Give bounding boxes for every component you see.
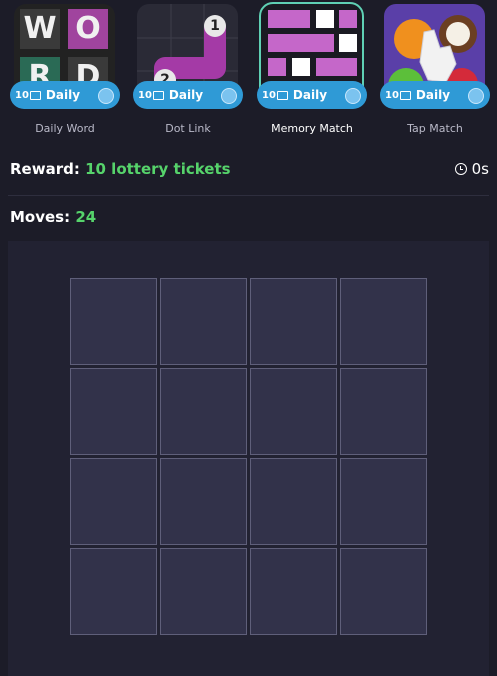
game-label: Memory Match: [271, 122, 353, 135]
memory-card[interactable]: [250, 368, 337, 455]
memory-card[interactable]: [340, 548, 427, 635]
frequency-label: Daily: [168, 88, 204, 102]
ticket-icon: [29, 90, 41, 100]
card-grid: [70, 278, 428, 636]
memory-card[interactable]: [250, 548, 337, 635]
timer: 0s: [454, 160, 489, 178]
daily-badge: 10 Daily: [133, 81, 243, 109]
game-card-tap-match[interactable]: 10 Daily Tap Match: [380, 0, 490, 145]
memory-card[interactable]: [160, 278, 247, 365]
game-label: Daily Word: [35, 122, 95, 135]
ticket-icon: [399, 90, 411, 100]
memory-card[interactable]: [250, 458, 337, 545]
frequency-label: Daily: [292, 88, 328, 102]
ticket-icon: [276, 90, 288, 100]
ticket-count: 10: [138, 89, 152, 101]
game-card-memory-match[interactable]: 10 Daily Memory Match: [257, 0, 367, 145]
word-tile: O: [68, 9, 108, 49]
timer-value: 0s: [471, 160, 489, 178]
memory-card[interactable]: [340, 278, 427, 365]
ticket-icon: [152, 90, 164, 100]
word-tile: W: [20, 9, 60, 49]
memory-tile: [268, 58, 286, 76]
clock-icon: [454, 163, 467, 175]
moves-row: Moves: 24: [10, 208, 96, 226]
reward-value: 10 lottery tickets: [85, 160, 231, 178]
status-circle-icon: [98, 88, 114, 104]
memory-tile: [292, 58, 310, 76]
memory-tile: [339, 10, 357, 28]
memory-card[interactable]: [340, 368, 427, 455]
status-circle-icon: [221, 88, 237, 104]
moves-value: 24: [75, 208, 97, 226]
memory-tile: [316, 10, 334, 28]
frequency-label: Daily: [45, 88, 81, 102]
memory-tile: [268, 10, 310, 28]
ticket-count: 10: [385, 89, 399, 101]
memory-tile: [316, 58, 357, 76]
divider: [8, 195, 489, 196]
memory-tile: [339, 34, 357, 52]
memory-card[interactable]: [160, 548, 247, 635]
game-label: Dot Link: [165, 122, 211, 135]
moves-label: Moves:: [10, 208, 71, 226]
reward-row: Reward: 10 lottery tickets 0s: [10, 160, 489, 184]
memory-card[interactable]: [70, 278, 157, 365]
memory-card[interactable]: [70, 368, 157, 455]
memory-card[interactable]: [160, 368, 247, 455]
daily-badge: 10 Daily: [380, 81, 490, 109]
status-circle-icon: [468, 88, 484, 104]
game-label: Tap Match: [407, 122, 463, 135]
reward-label: Reward:: [10, 160, 80, 178]
memory-card[interactable]: [340, 458, 427, 545]
memory-card[interactable]: [70, 458, 157, 545]
game-board: [8, 241, 489, 676]
memory-card[interactable]: [160, 458, 247, 545]
game-selector: W O R D 10 Daily Daily Word 1 2 10 Daily…: [0, 0, 497, 145]
ticket-count: 10: [15, 89, 29, 101]
game-card-dot-link[interactable]: 1 2 10 Daily Dot Link: [133, 0, 243, 145]
memory-card[interactable]: [250, 278, 337, 365]
memory-card[interactable]: [70, 548, 157, 635]
dot-node: 1: [204, 15, 226, 37]
daily-badge: 10 Daily: [10, 81, 120, 109]
status-circle-icon: [345, 88, 361, 104]
frequency-label: Daily: [415, 88, 451, 102]
memory-tile: [268, 34, 334, 52]
daily-badge: 10 Daily: [257, 81, 367, 109]
ticket-count: 10: [262, 89, 276, 101]
game-card-daily-word[interactable]: W O R D 10 Daily Daily Word: [10, 0, 120, 145]
